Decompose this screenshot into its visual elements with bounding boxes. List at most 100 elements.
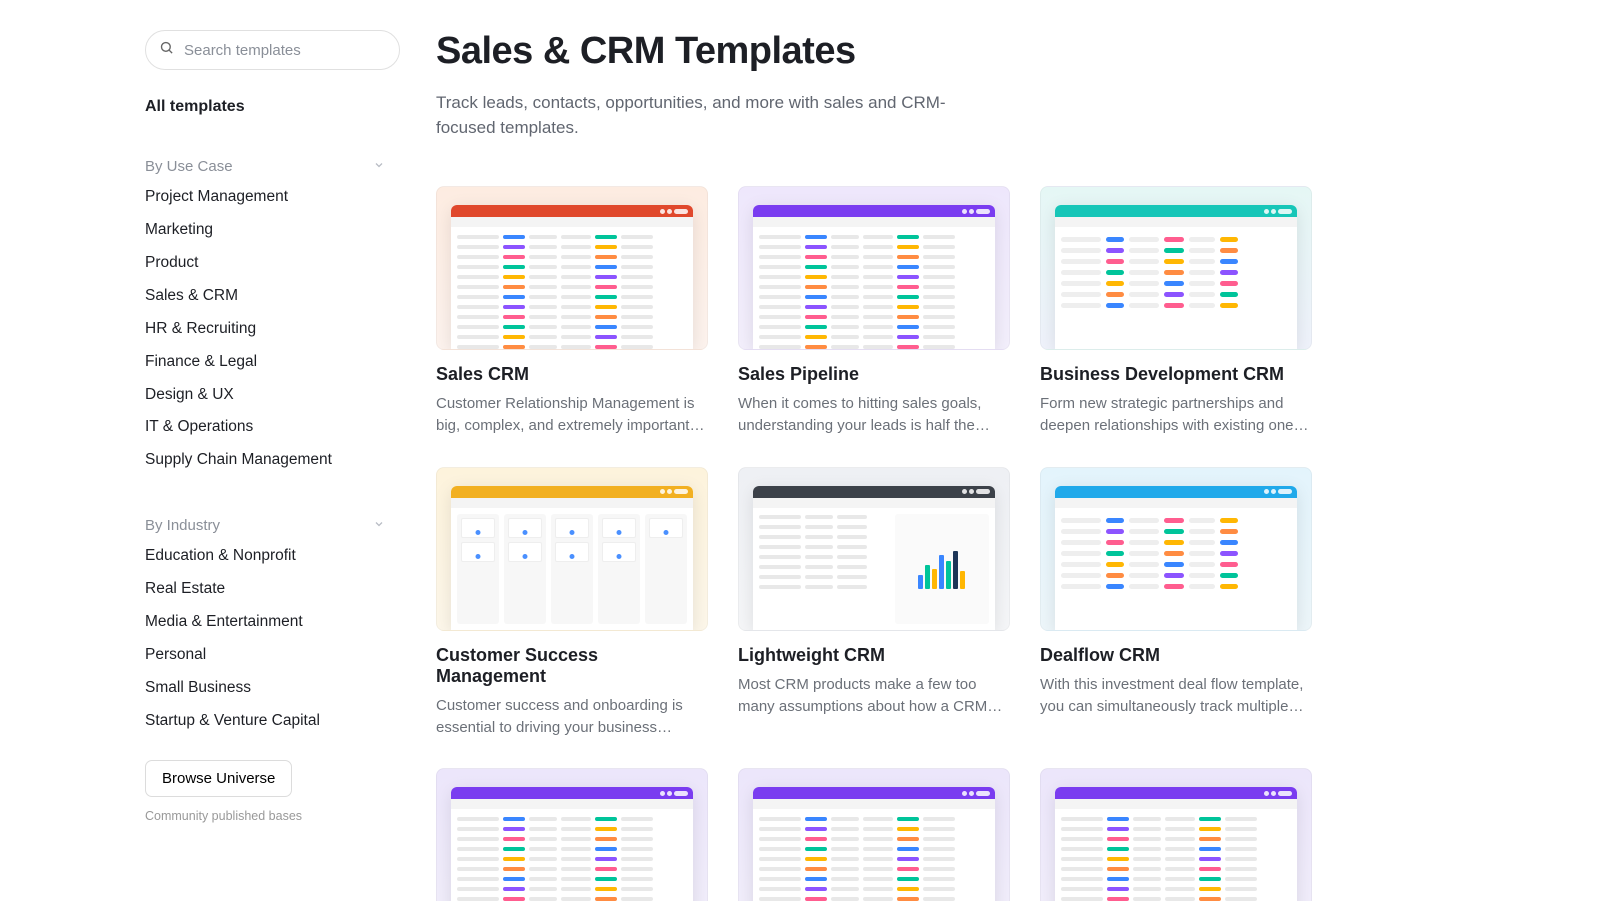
template-description: With this investment deal flow template,…: [1040, 674, 1312, 718]
template-thumb: [436, 467, 708, 631]
sidebar-item-real-estate[interactable]: Real Estate: [145, 573, 394, 606]
sidebar-item-hr-recruiting[interactable]: HR & Recruiting: [145, 313, 394, 346]
sidebar-item-it-operations[interactable]: IT & Operations: [145, 411, 394, 444]
mock-app-body: [1055, 809, 1297, 901]
template-card-template[interactable]: [738, 768, 1010, 901]
mock-app-subheader: [451, 217, 693, 227]
sidebar-item-project-management[interactable]: Project Management: [145, 181, 394, 214]
sidebar-item-sales-crm[interactable]: Sales & CRM: [145, 280, 394, 313]
browse-universe-button[interactable]: Browse Universe: [145, 760, 292, 797]
mock-app-subheader: [1055, 498, 1297, 508]
mock-app-preview: [451, 205, 693, 349]
mock-app-body: [451, 809, 693, 901]
mock-app-subheader: [1055, 799, 1297, 809]
sidebar-all-templates[interactable]: All templates: [145, 98, 394, 116]
sidebar-item-startup-venture-capital[interactable]: Startup & Venture Capital: [145, 705, 394, 733]
mock-app-header: [451, 787, 693, 799]
mock-app-preview: [1055, 787, 1297, 901]
section-header-use-case[interactable]: By Use Case: [145, 152, 393, 181]
mock-app-subheader: [753, 217, 995, 227]
mock-app-header: [451, 486, 693, 498]
template-thumb: [436, 186, 708, 350]
template-thumb: [1040, 768, 1312, 901]
template-card-lightweight-crm[interactable]: Lightweight CRM Most CRM products make a…: [738, 467, 1010, 739]
page-description: Track leads, contacts, opportunities, an…: [436, 91, 956, 140]
mock-app-subheader: [451, 498, 693, 508]
template-card-customer-success-management[interactable]: Customer Success Management Customer suc…: [436, 467, 708, 739]
mock-app-subheader: [753, 498, 995, 508]
mock-app-preview: [753, 486, 995, 630]
mock-app-header: [1055, 486, 1297, 498]
mock-app-subheader: [753, 799, 995, 809]
template-title: Sales Pipeline: [738, 364, 1010, 385]
template-card-template[interactable]: [436, 768, 708, 901]
mock-app-header: [753, 205, 995, 217]
template-description: When it comes to hitting sales goals, un…: [738, 393, 1010, 437]
sidebar-item-marketing[interactable]: Marketing: [145, 214, 394, 247]
mock-app-header: [753, 787, 995, 799]
community-label: Community published bases: [145, 809, 302, 823]
sidebar-item-product[interactable]: Product: [145, 247, 394, 280]
mock-app-body: [753, 508, 995, 630]
mock-app-header: [1055, 787, 1297, 799]
mock-app-header: [753, 486, 995, 498]
mock-app-preview: [1055, 486, 1297, 630]
template-card-business-development-crm[interactable]: Business Development CRM Form new strate…: [1040, 186, 1312, 437]
template-description: Most CRM products make a few too many as…: [738, 674, 1010, 718]
template-thumb: [1040, 467, 1312, 631]
mock-app-header: [451, 205, 693, 217]
search-icon: [159, 40, 174, 60]
mock-app-preview: [753, 787, 995, 901]
template-thumb: [436, 768, 708, 901]
sidebar-footer: Browse Universe Community published base…: [145, 760, 302, 823]
template-description: Customer success and onboarding is essen…: [436, 695, 708, 739]
mock-app-body: [753, 227, 995, 349]
template-title: Dealflow CRM: [1040, 645, 1312, 666]
mock-app-preview: [451, 486, 693, 630]
mock-app-body: [1055, 227, 1297, 349]
section-label: By Industry: [145, 517, 220, 534]
sidebar-item-supply-chain-management[interactable]: Supply Chain Management: [145, 444, 394, 477]
sidebar-item-media-entertainment[interactable]: Media & Entertainment: [145, 606, 394, 639]
sidebar-item-education-nonprofit[interactable]: Education & Nonprofit: [145, 540, 394, 573]
sidebar: All templates By Use Case Project Manage…: [0, 0, 400, 901]
mock-app-subheader: [451, 799, 693, 809]
mock-app-header: [1055, 205, 1297, 217]
template-thumb: [738, 467, 1010, 631]
page-title: Sales & CRM Templates: [436, 30, 1560, 73]
template-description: Form new strategic partnerships and deep…: [1040, 393, 1312, 437]
sidebar-item-finance-legal[interactable]: Finance & Legal: [145, 346, 394, 379]
search-wrap: [145, 30, 400, 70]
main-content: Sales & CRM Templates Track leads, conta…: [400, 0, 1600, 901]
mock-app-body: [1055, 508, 1297, 630]
template-title: Business Development CRM: [1040, 364, 1312, 385]
template-title: Customer Success Management: [436, 645, 708, 687]
mock-app-body: [451, 508, 693, 630]
template-thumb: [1040, 186, 1312, 350]
section-header-industry[interactable]: By Industry: [145, 511, 393, 540]
mock-app-subheader: [1055, 217, 1297, 227]
section-use-case: By Use Case Project ManagementMarketingP…: [145, 152, 394, 477]
template-grid: Sales CRM Customer Relationship Manageme…: [436, 186, 1560, 901]
template-card-sales-pipeline[interactable]: Sales Pipeline When it comes to hitting …: [738, 186, 1010, 437]
template-title: Lightweight CRM: [738, 645, 1010, 666]
template-card-dealflow-crm[interactable]: Dealflow CRM With this investment deal f…: [1040, 467, 1312, 739]
section-label: By Use Case: [145, 158, 233, 175]
template-card-sales-crm[interactable]: Sales CRM Customer Relationship Manageme…: [436, 186, 708, 437]
sidebar-item-design-ux[interactable]: Design & UX: [145, 379, 394, 412]
chevron-down-icon: [373, 517, 385, 534]
template-thumb: [738, 768, 1010, 901]
template-thumb: [738, 186, 1010, 350]
sidebar-item-small-business[interactable]: Small Business: [145, 672, 394, 705]
sidebar-scroll[interactable]: All templates By Use Case Project Manage…: [145, 98, 400, 733]
template-description: Customer Relationship Management is big,…: [436, 393, 708, 437]
template-card-template[interactable]: [1040, 768, 1312, 901]
sidebar-item-personal[interactable]: Personal: [145, 639, 394, 672]
search-input[interactable]: [145, 30, 400, 70]
mock-app-body: [753, 809, 995, 901]
mock-app-preview: [753, 205, 995, 349]
mock-app-preview: [1055, 205, 1297, 349]
section-industry: By Industry Education & NonprofitReal Es…: [145, 511, 394, 733]
template-title: Sales CRM: [436, 364, 708, 385]
chevron-down-icon: [373, 158, 385, 175]
